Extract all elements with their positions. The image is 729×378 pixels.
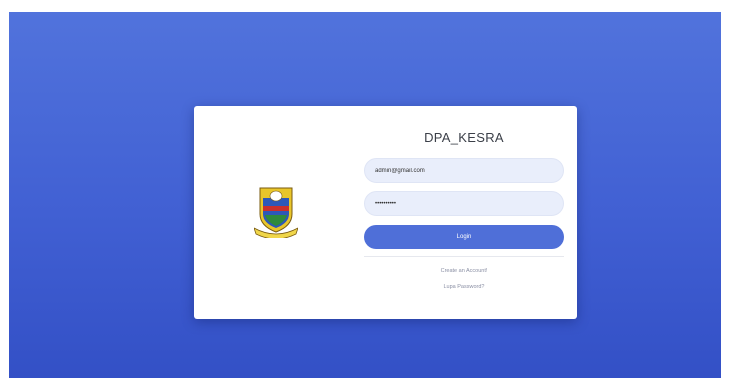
email-field[interactable] bbox=[364, 158, 564, 183]
logo-panel bbox=[194, 106, 380, 319]
forgot-password-link[interactable]: Lupa Password? bbox=[364, 284, 564, 290]
app-title: DPA_KESRA bbox=[424, 130, 504, 145]
crest-emblem-icon bbox=[254, 187, 298, 238]
page-background: DPA_KESRA Login Create an Account! Lupa … bbox=[9, 12, 721, 378]
login-form: DPA_KESRA Login Create an Account! Lupa … bbox=[364, 106, 564, 319]
password-input[interactable] bbox=[375, 192, 555, 215]
form-divider bbox=[364, 256, 564, 257]
create-account-link[interactable]: Create an Account! bbox=[364, 268, 564, 274]
login-button[interactable]: Login bbox=[364, 225, 564, 249]
login-card: DPA_KESRA Login Create an Account! Lupa … bbox=[194, 106, 577, 319]
password-field[interactable] bbox=[364, 191, 564, 216]
email-input[interactable] bbox=[375, 159, 555, 182]
